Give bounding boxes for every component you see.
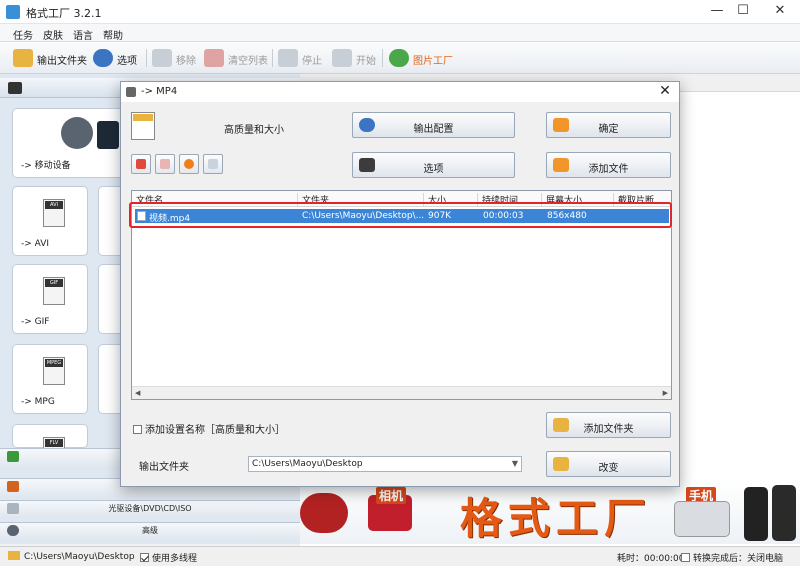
play-icon (184, 159, 194, 169)
options-icon (93, 49, 113, 67)
toolbar: 输出文件夹 选项 移除 清空列表 停止 开始 图片工厂 (0, 42, 800, 74)
output-folder-label: 输出文件夹 (139, 462, 189, 473)
output-folder-select[interactable]: C:\Users\Maoyu\Desktop ▼ (248, 456, 522, 472)
remove-icon (152, 49, 172, 67)
horizontal-scrollbar[interactable]: ◀ ▶ (132, 386, 671, 399)
category-label: 高级 (142, 526, 158, 535)
add-folder-button[interactable]: 添加文件夹 (546, 412, 671, 438)
checkbox[interactable] (681, 553, 690, 562)
toolbar-divider (146, 49, 147, 67)
mp4-output-dialog: -> MP4 ✕ 高质量和大小 输出配置 确定 选项 添加文件 文件名 文件夹 … (120, 81, 680, 487)
dialog-title-bar: -> MP4 ✕ (121, 82, 679, 102)
gif-file-icon: GIF (43, 277, 65, 305)
category-label: 光驱设备\DVD\CD\ISO (108, 504, 192, 513)
start-button[interactable]: 开始 (332, 47, 378, 69)
tile-label: -> MPG (21, 397, 55, 407)
tile-label: -> GIF (21, 317, 50, 327)
menu-skin[interactable]: 皮肤 (43, 27, 63, 42)
toolbar-divider (272, 49, 273, 67)
tile-gif[interactable]: GIF -> GIF (12, 264, 88, 334)
change-button[interactable]: 改变 (546, 451, 671, 477)
tile-label: -> AVI (21, 239, 50, 249)
menu-language[interactable]: 语言 (73, 27, 93, 42)
brand-banner: 相机 格式工厂 手机 (300, 479, 800, 544)
play-button[interactable] (179, 154, 199, 174)
toolbar-divider (382, 49, 383, 67)
menu-bar: 任务 皮肤 语言 帮助 (0, 24, 800, 42)
clear-icon (160, 159, 170, 169)
gear-icon (7, 525, 19, 536)
remove-icon (136, 159, 146, 169)
multithread-checkbox[interactable]: 使用多线程 (140, 551, 197, 564)
info-button[interactable] (203, 154, 223, 174)
maximize-button[interactable]: ☐ (728, 0, 758, 24)
picture-factory-button[interactable]: 图片工厂 (389, 47, 453, 69)
smartphone-image (744, 487, 768, 541)
menu-help[interactable]: 帮助 (103, 27, 123, 42)
ok-button[interactable]: 确定 (546, 112, 671, 138)
folder-icon (8, 551, 20, 560)
info-icon (208, 159, 218, 169)
tile-mpg[interactable]: MPEG -> MPG (12, 344, 88, 414)
clear-list-button[interactable]: 清空列表 (204, 47, 268, 69)
tile-flv[interactable]: FLV (12, 424, 88, 451)
camera-label: 相机 (376, 487, 407, 504)
stop-icon (278, 49, 298, 67)
checkbox[interactable] (140, 553, 149, 562)
film-reel-icon (61, 117, 93, 149)
phone-icon (97, 121, 119, 149)
dialog-title: -> MP4 (141, 86, 178, 97)
mp4-file-icon (131, 112, 155, 140)
scroll-right-arrow-icon[interactable]: ▶ (663, 389, 668, 397)
status-folder[interactable]: C:\Users\Maoyu\Desktop (8, 551, 135, 562)
disc-drive-icon (7, 503, 19, 514)
mpeg-file-icon: MPEG (43, 357, 65, 385)
clear-icon (204, 49, 224, 67)
title-bar: 格式工厂 3.2.1 — ☐ ✕ (0, 0, 800, 24)
brand-text: 格式工厂 (460, 494, 653, 543)
tile-label: -> 移动设备 (21, 161, 71, 171)
quality-preset-label: 高质量和大小 (224, 125, 284, 136)
output-config-button[interactable]: 输出配置 (352, 112, 515, 138)
avi-file-icon: AVI (43, 199, 65, 227)
pda-image (674, 501, 730, 537)
folder-icon (13, 49, 33, 67)
smartphone-image (772, 485, 796, 541)
app-title: 格式工厂 3.2.1 (26, 7, 102, 20)
checkbox[interactable] (133, 425, 142, 434)
options-button[interactable]: 选项 (93, 47, 141, 69)
output-folder-button[interactable]: 输出文件夹 (13, 47, 87, 69)
optical-device-category-row[interactable]: 光驱设备\DVD\CD\ISO (0, 500, 300, 518)
dialog-icon (126, 87, 136, 97)
camcorder-image (300, 493, 348, 533)
options-button[interactable]: 选项 (352, 152, 515, 178)
chevron-down-icon: ▼ (511, 459, 518, 468)
picture-factory-icon (389, 49, 409, 67)
picture-icon (7, 481, 19, 492)
selection-highlight-box (129, 202, 672, 228)
video-category-icon (8, 82, 22, 94)
advanced-category-row[interactable]: 高级 (0, 522, 300, 540)
remove-button[interactable]: 移除 (152, 47, 198, 69)
app-logo-icon (6, 5, 20, 19)
add-file-button[interactable]: 添加文件 (546, 152, 671, 178)
remove-item-button[interactable] (131, 154, 151, 174)
close-button[interactable]: ✕ (765, 0, 795, 24)
scroll-left-arrow-icon[interactable]: ◀ (135, 389, 140, 397)
music-note-icon (7, 451, 19, 462)
elapsed-time: 耗时：00:00:00 (617, 554, 685, 564)
tile-avi[interactable]: AVI -> AVI (12, 186, 88, 256)
clear-items-button[interactable] (155, 154, 175, 174)
menu-task[interactable]: 任务 (13, 27, 33, 42)
stop-button[interactable]: 停止 (278, 47, 324, 69)
shutdown-checkbox[interactable]: 转换完成后：关闭电脑 (681, 551, 783, 564)
dialog-close-button[interactable]: ✕ (657, 83, 673, 99)
add-setting-name-checkbox[interactable]: 添加设置名称［高质量和大小］ (133, 421, 285, 436)
status-bar: C:\Users\Maoyu\Desktop 使用多线程 耗时：00:00:00… (0, 546, 800, 566)
start-icon (332, 49, 352, 67)
